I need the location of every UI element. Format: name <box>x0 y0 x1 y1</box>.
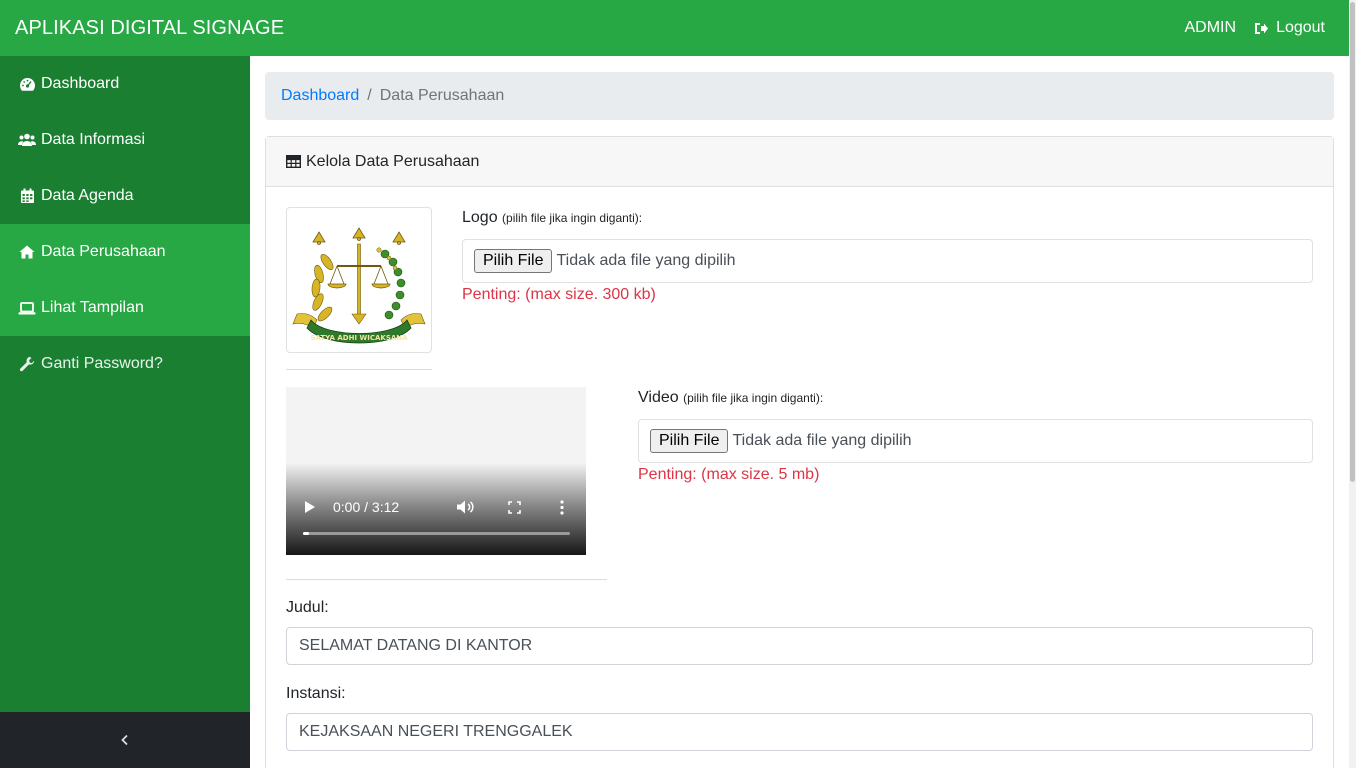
sidebar-item-label: Data Informasi <box>41 131 146 148</box>
video-file-input[interactable]: Pilih File Tidak ada file yang dipilih <box>638 419 1313 463</box>
logo-file-input[interactable]: Pilih File Tidak ada file yang dipilih <box>462 239 1313 283</box>
judul-label: Judul: <box>286 599 329 616</box>
divider <box>286 369 432 370</box>
sidebar-item-label: Lihat Tampilan <box>41 299 144 316</box>
page-scrollbar[interactable] <box>1349 0 1356 768</box>
scrollbar-thumb[interactable] <box>1350 2 1355 482</box>
sidebar-item-data-informasi[interactable]: Data Informasi <box>0 112 250 168</box>
judul-input[interactable]: SELAMAT DATANG DI KANTOR <box>286 627 1313 665</box>
sidebar-toggle[interactable] <box>0 712 250 768</box>
kejaksaan-logo-image: SATYA ADHI WICAKSANA <box>292 227 426 344</box>
laptop-icon <box>18 299 36 317</box>
table-icon <box>286 155 301 168</box>
home-icon <box>18 243 36 261</box>
instansi-label: Instansi: <box>286 685 346 702</box>
sign-out-icon <box>1255 22 1269 34</box>
sidebar-item-data-agenda[interactable]: Data Agenda <box>0 168 250 224</box>
logo-label-text: Logo <box>462 209 498 226</box>
video-choose-file-button[interactable]: Pilih File <box>650 429 729 453</box>
instansi-input[interactable]: KEJAKSAAN NEGERI TRENGGALEK <box>286 713 1313 751</box>
app-brand[interactable]: APLIKASI DIGITAL SIGNAGE <box>0 17 284 40</box>
video-size-note: Penting: (max size. 5 mb) <box>638 466 820 483</box>
card-title: Kelola Data Perusahaan <box>306 152 480 170</box>
sidebar-item-label: Dashboard <box>41 75 120 92</box>
more-options-icon[interactable] <box>560 499 564 515</box>
breadcrumb-separator: / <box>367 87 372 104</box>
breadcrumb-current: Data Perusahaan <box>379 87 505 104</box>
main-content: Dashboard / Data Perusahaan Kelola Data … <box>250 56 1349 768</box>
dashboard-icon <box>18 75 36 93</box>
divider <box>286 579 607 580</box>
logo-hint: (pilih file jika ingin diganti): <box>502 211 643 225</box>
logo-choose-file-button[interactable]: Pilih File <box>474 249 553 273</box>
logo-seal-text: SATYA ADHI WICAKSANA <box>310 334 408 342</box>
sidebar-item-label: Data Perusahaan <box>41 243 166 260</box>
sidebar-item-ganti-password[interactable]: Ganti Password? <box>0 336 250 392</box>
sidebar-item-dashboard[interactable]: Dashboard <box>0 56 250 112</box>
wrench-icon <box>18 355 36 373</box>
sidebar: Dashboard Data Informasi Data Agenda Dat… <box>0 56 250 768</box>
logo-label: Logo (pilih file jika ingin diganti): <box>462 209 642 227</box>
breadcrumb: Dashboard / Data Perusahaan <box>265 72 1334 120</box>
play-icon[interactable] <box>305 501 315 513</box>
users-icon <box>18 131 36 149</box>
chevron-left-icon <box>121 734 128 746</box>
logout-button[interactable]: Logout <box>1254 19 1325 37</box>
video-controls: 0:00 / 3:12 <box>286 491 586 523</box>
video-progress-bar[interactable] <box>303 532 570 535</box>
card-header: Kelola Data Perusahaan <box>266 137 1333 187</box>
sidebar-item-lihat-tampilan[interactable]: Lihat Tampilan <box>0 280 250 336</box>
video-hint: (pilih file jika ingin diganti): <box>683 391 824 405</box>
video-label-text: Video <box>638 389 679 406</box>
sidebar-item-label: Ganti Password? <box>41 355 163 372</box>
volume-icon[interactable] <box>457 500 475 514</box>
sidebar-item-data-perusahaan[interactable]: Data Perusahaan <box>0 224 250 280</box>
logo-size-note: Penting: (max size. 300 kb) <box>462 286 656 303</box>
calendar-icon <box>18 187 36 205</box>
top-navbar: APLIKASI DIGITAL SIGNAGE ADMIN Logout <box>0 0 1349 56</box>
logout-label: Logout <box>1276 19 1325 36</box>
video-player[interactable]: 0:00 / 3:12 <box>286 387 586 555</box>
company-data-card: Kelola Data Perusahaan SATYA ADHI WICAKS… <box>265 136 1334 768</box>
user-name[interactable]: ADMIN <box>1185 19 1237 37</box>
logo-preview: SATYA ADHI WICAKSANA <box>286 207 432 353</box>
video-label: Video (pilih file jika ingin diganti): <box>638 389 823 407</box>
logo-file-status: Tidak ada file yang dipilih <box>556 252 736 269</box>
fullscreen-icon[interactable] <box>508 500 521 514</box>
breadcrumb-dashboard-link[interactable]: Dashboard <box>281 87 359 105</box>
video-time: 0:00 / 3:12 <box>333 499 400 515</box>
sidebar-item-label: Data Agenda <box>41 187 134 204</box>
video-file-status: Tidak ada file yang dipilih <box>732 432 912 449</box>
